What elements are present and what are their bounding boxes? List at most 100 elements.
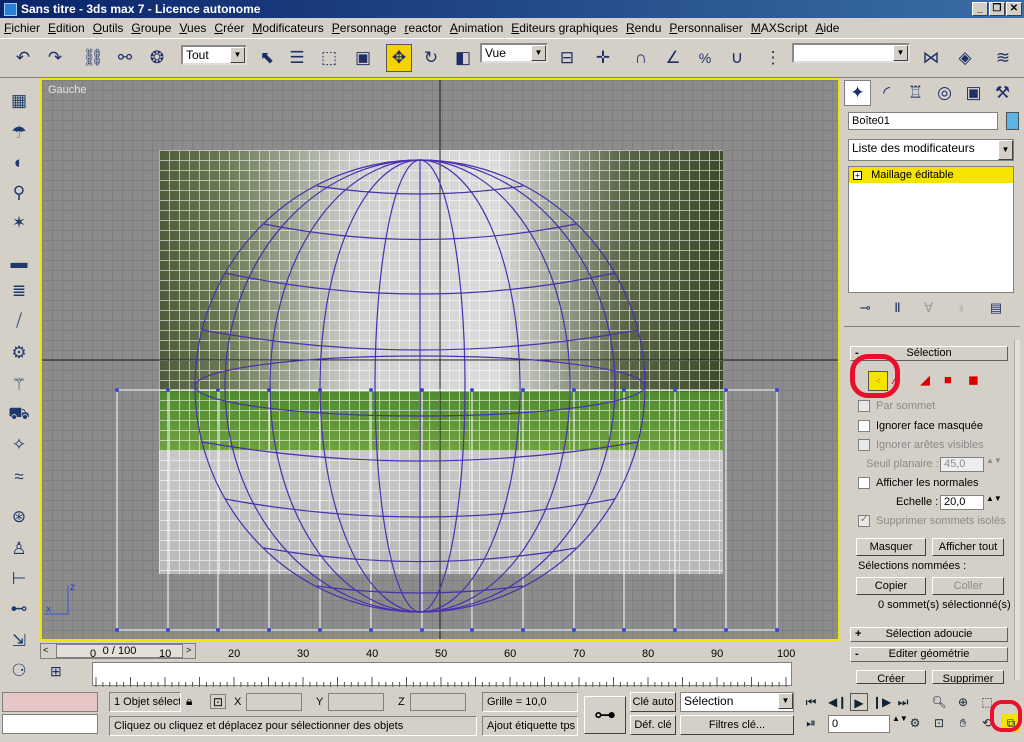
ignore-backface-checkbox[interactable] [858, 420, 870, 432]
manipulate-icon[interactable]: ✛ [590, 44, 616, 72]
key-mode-toggle-icon[interactable]: ⏯ [802, 714, 820, 732]
minimize-button[interactable]: _ [972, 2, 988, 16]
next-frame-icon[interactable]: ❙▶ [872, 693, 891, 711]
reference-coordinate-dropdown[interactable]: Vue ▼ [480, 43, 548, 63]
polygon-mode-icon[interactable]: ■ [944, 372, 952, 387]
car-wheel-icon[interactable]: ⚆ [6, 658, 32, 684]
rope-collection-icon[interactable]: ⚲ [6, 180, 32, 206]
curve-editor-icon[interactable]: ⊞ [50, 663, 62, 680]
set-key-icon[interactable]: ⊶ [584, 696, 626, 734]
zoom-icon[interactable]: 🔍︎ [930, 693, 948, 711]
deforming-mesh-icon[interactable]: ✶ [6, 210, 32, 236]
pivot-center-icon[interactable]: ⊟ [554, 44, 580, 72]
copy-button[interactable]: Copier [856, 577, 926, 595]
z-coordinate-field[interactable] [410, 693, 466, 711]
show-end-result-icon[interactable]: Ⅱ [894, 300, 900, 318]
y-coordinate-field[interactable] [328, 693, 384, 711]
maximize-button[interactable]: ❐ [989, 2, 1005, 16]
hinge-icon[interactable]: ⊢ [6, 566, 32, 592]
wind-icon[interactable]: ⚚ [6, 372, 32, 398]
display-tab-icon[interactable]: ▣ [960, 80, 987, 106]
menu-aide[interactable]: Aide [811, 21, 843, 35]
key-filters-button[interactable]: Filtres clé... [680, 715, 794, 735]
maxscript-input[interactable] [2, 714, 98, 734]
cloth-collection-icon[interactable]: ☂ [6, 120, 32, 146]
slider-left-icon[interactable]: < [43, 645, 48, 655]
prismatic-icon[interactable]: ⇲ [6, 628, 32, 654]
menu-edition[interactable]: Edition [44, 21, 89, 35]
hide-button[interactable]: Masquer [856, 538, 926, 556]
hierarchy-tab-icon[interactable]: ♖ [902, 80, 929, 106]
select-and-link-icon[interactable]: ⛓ [80, 44, 106, 72]
time-slider[interactable]: < 0 / 100 > [40, 643, 196, 659]
delete-button[interactable]: Supprimer [932, 670, 1004, 684]
unlink-icon[interactable]: ⚯ [112, 44, 138, 72]
mirror-icon[interactable]: ⋈ [918, 44, 944, 72]
face-mode-icon[interactable]: ◢ [920, 372, 930, 388]
previous-frame-icon[interactable]: ◀❙ [828, 693, 847, 711]
menu-outils[interactable]: Outils [89, 21, 128, 35]
scale-field[interactable]: 20,0 [940, 495, 984, 510]
element-mode-icon[interactable]: ◼ [968, 372, 979, 388]
menu-modificateurs[interactable]: Modificateurs [248, 21, 327, 35]
create-tab-icon[interactable]: ✦ [844, 80, 871, 106]
undo-icon[interactable]: ↶ [10, 44, 36, 72]
rectangular-selection-icon[interactable]: ⬚ [316, 44, 342, 72]
percent-snap-icon[interactable]: % [692, 44, 718, 72]
x-coordinate-field[interactable] [246, 693, 302, 711]
menu-fichier[interactable]: Fichier [0, 21, 44, 35]
soft-body-collection-icon[interactable]: ◐ [6, 150, 32, 176]
modify-tab-icon[interactable]: ◜ [873, 80, 900, 106]
menu-vues[interactable]: Vues [175, 21, 210, 35]
panel-scrollbar[interactable] [1014, 340, 1020, 680]
plane-icon[interactable]: ▬ [6, 250, 32, 276]
select-and-move-icon[interactable]: ✥ [386, 44, 412, 72]
select-by-name-icon[interactable]: ☰ [284, 44, 310, 72]
snap-toggle-icon[interactable]: ∩ [628, 44, 654, 72]
selection-filter-dropdown[interactable]: Tout ▼ [181, 45, 247, 65]
go-to-end-icon[interactable]: ⏭ [894, 693, 912, 711]
select-object-icon[interactable]: ⬉ [254, 44, 280, 72]
key-mode-dropdown[interactable]: Sélection ▼ [680, 692, 794, 712]
pan-icon[interactable]: ✋︎ [954, 714, 972, 732]
menu-creer[interactable]: Créer [210, 21, 248, 35]
ragdoll-icon[interactable]: ♙ [6, 536, 32, 562]
expand-icon[interactable]: + [853, 171, 862, 180]
dashpot-icon[interactable]: ⧸ [6, 308, 32, 334]
spinner-snap-icon[interactable]: ∪ [724, 44, 750, 72]
time-configuration-icon[interactable]: ⚙ [906, 714, 924, 732]
point-to-point-icon[interactable]: ⊷ [6, 596, 32, 622]
water-icon[interactable]: ≈ [6, 464, 32, 490]
select-and-rotate-icon[interactable]: ↻ [418, 44, 444, 72]
lock-selection-icon[interactable]: 🔒︎ [186, 694, 192, 709]
slider-right-icon[interactable]: > [186, 645, 191, 655]
region-zoom-icon[interactable]: ⊡ [930, 714, 948, 732]
go-to-start-icon[interactable]: ⏮ [802, 693, 820, 711]
edit-geometry-rollout-header[interactable]: - Editer géométrie [850, 647, 1008, 662]
menu-animation[interactable]: Animation [446, 21, 507, 35]
absolute-mode-icon[interactable]: ⊡ [210, 694, 226, 709]
redo-icon[interactable]: ↷ [42, 44, 68, 72]
menu-personnage[interactable]: Personnage [328, 21, 401, 35]
unhide-all-button[interactable]: Afficher tout [932, 538, 1004, 556]
menu-editeurs-graphiques[interactable]: Editeurs graphiques [507, 21, 622, 35]
fracture-icon[interactable]: ✧ [6, 432, 32, 458]
bind-space-warp-icon[interactable]: ❂ [144, 44, 170, 72]
modifier-list-dropdown[interactable]: Liste des modificateurs ▼ [848, 139, 1014, 161]
menu-personnaliser[interactable]: Personnaliser [665, 21, 746, 35]
viewport-left[interactable]: Gauche z x [40, 78, 840, 641]
align-icon[interactable]: ◈ [952, 44, 978, 72]
close-button[interactable]: ✕ [1006, 2, 1022, 16]
pin-stack-icon[interactable]: ⊸ [860, 300, 871, 318]
play-icon[interactable]: ▶ [850, 693, 868, 711]
add-time-tag[interactable]: Ajout étiquette tps [482, 716, 578, 736]
menu-groupe[interactable]: Groupe [127, 21, 175, 35]
show-normals-checkbox[interactable] [858, 477, 870, 489]
menu-reactor[interactable]: reactor [401, 21, 446, 35]
menu-maxscript[interactable]: MAXScript [747, 21, 812, 35]
configure-sets-icon[interactable]: ▤ [990, 300, 1002, 318]
spring-icon[interactable]: ≣ [6, 278, 32, 304]
layer-manager-icon[interactable]: ≋ [990, 44, 1016, 72]
select-and-scale-icon[interactable]: ◧ [450, 44, 476, 72]
object-name-field[interactable]: Boîte01 [848, 112, 998, 130]
